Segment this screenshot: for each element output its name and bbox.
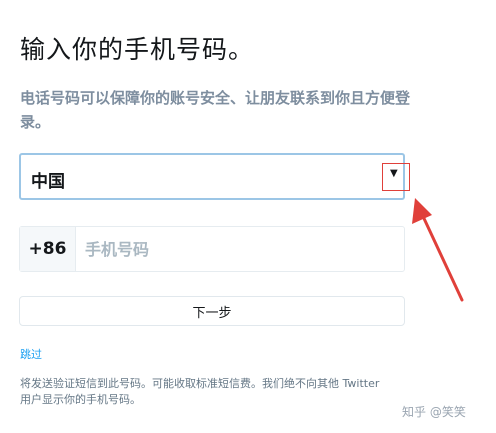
- sms-disclaimer: 将发送验证短信到此号码。可能收取标准短信费。我们绝不向其他 Twitter 用户…: [20, 377, 380, 406]
- country-select[interactable]: 中国: [19, 153, 405, 200]
- country-code-prefix: +86: [20, 227, 76, 271]
- country-select-value: 中国: [31, 172, 65, 192]
- page-subtitle: 电话号码可以保障你的账号安全、让朋友联系到你且方便登录。: [20, 89, 411, 131]
- caret-down-icon: ▼: [390, 168, 398, 179]
- next-button[interactable]: 下一步: [19, 296, 405, 326]
- watermark: 知乎 @笑笑: [402, 405, 466, 419]
- phone-number-input[interactable]: [77, 227, 404, 271]
- skip-link[interactable]: 跳过: [20, 346, 42, 362]
- page-title: 输入你的手机号码。: [20, 35, 255, 64]
- dropdown-toggle-button[interactable]: ▼: [382, 163, 410, 191]
- phone-number-row: +86: [19, 226, 405, 272]
- phone-signup-page: 输入你的手机号码。 电话号码可以保障你的账号安全、让朋友联系到你且方便登录。 中…: [0, 0, 496, 433]
